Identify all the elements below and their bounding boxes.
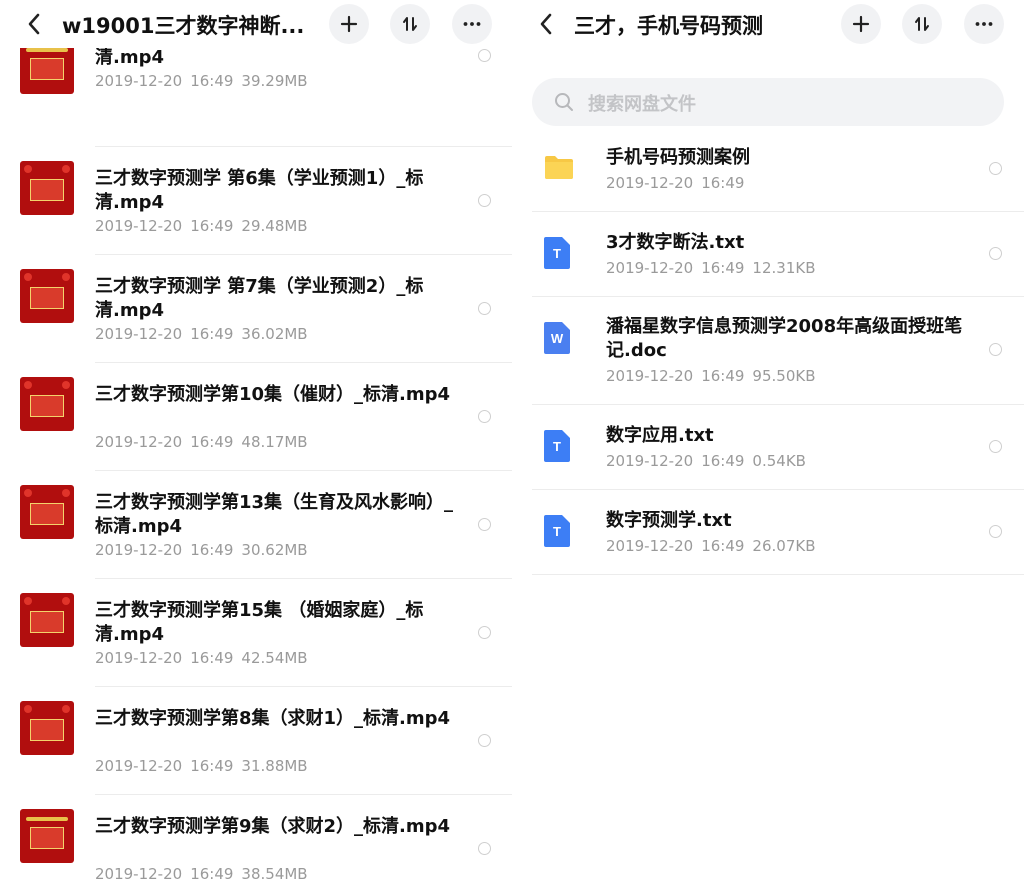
- file-name: 三才数字预测学第13集（生育及风水影响）_标清.mp4: [95, 492, 454, 537]
- file-meta: 2019-12-20 16:49 30.62MB: [95, 541, 308, 559]
- video-thumbnail: [20, 809, 74, 863]
- folder-icon: [544, 154, 574, 184]
- file-meta: 2019-12-20 16:49 26.07KB: [606, 537, 816, 555]
- select-radio[interactable]: [989, 440, 1002, 453]
- file-name: 数字预测学.txt: [606, 510, 732, 531]
- select-radio[interactable]: [478, 49, 491, 62]
- video-thumbnail: [20, 269, 74, 323]
- list-item[interactable]: 三才数字预测学第13集（生育及风水影响）_标清.mp4 2019-12-20 16…: [0, 470, 512, 578]
- list-item[interactable]: T 数字应用.txt 2019-12-20 16:49 0.54KB: [512, 405, 1024, 489]
- top-bar: w19001三才数字神断...: [0, 0, 512, 48]
- file-meta: 2019-12-20 16:49 0.54KB: [606, 452, 806, 470]
- more-icon: [975, 22, 993, 26]
- list-item[interactable]: 手机号码预测案例 2019-12-20 16:49: [512, 126, 1024, 212]
- list-item[interactable]: W 潘福星数字信息预测学2008年高级面授班笔记.doc 2019-12-20 1…: [512, 297, 1024, 405]
- file-name: 三才数字预测学第9集（求财2）_标清.mp4: [95, 816, 451, 837]
- divider: [532, 574, 1024, 575]
- more-icon: [463, 22, 481, 26]
- chevron-left-icon: [28, 13, 40, 35]
- left-pane: 三才数字预测学 第4集（性格预测2）_标清.mp4 2019-12-2016:4…: [0, 0, 512, 891]
- list-item[interactable]: 三才数字预测学第15集 （婚姻家庭）_标清.mp4 2019-12-20 16:4…: [0, 578, 512, 686]
- sort-button[interactable]: [390, 4, 430, 44]
- file-name: 三才数字预测学第15集 （婚姻家庭）_标清.mp4: [95, 600, 424, 645]
- file-name: 三才数字预测学 第6集（学业预测1）_标清.mp4: [95, 168, 424, 213]
- file-name: 数字应用.txt: [606, 425, 714, 446]
- more-button[interactable]: [452, 4, 492, 44]
- video-thumbnail: [20, 40, 74, 94]
- list-item[interactable]: 三才数字预测学第10集（催财）_标清.mp4 2019-12-20 16:49 48…: [0, 362, 512, 470]
- select-radio[interactable]: [989, 343, 1002, 356]
- page-title: 三才，手机号码预测: [574, 14, 763, 38]
- file-name: 三才数字预测学第10集（催财）_标清.mp4: [95, 384, 451, 405]
- file-name: 三才数字预测学 第7集（学业预测2）_标清.mp4: [95, 276, 424, 321]
- select-radio[interactable]: [478, 842, 491, 855]
- select-radio[interactable]: [478, 734, 491, 747]
- file-meta: 2019-12-20 16:49 29.48MB: [95, 217, 308, 235]
- sort-icon: [403, 17, 417, 31]
- file-meta: 2019-12-20 16:49 31.88MB: [95, 757, 308, 775]
- txt-file-icon: T: [544, 237, 570, 269]
- select-radio[interactable]: [478, 518, 491, 531]
- video-thumbnail: [20, 377, 74, 431]
- file-name: 潘福星数字信息预测学2008年高级面授班笔记.doc: [606, 316, 963, 361]
- list-item[interactable]: 三才数字预测学 第6集（学业预测1）_标清.mp4 2019-12-20 16:4…: [0, 146, 512, 254]
- file-meta: 2019-12-20 16:49 36.02MB: [95, 325, 308, 343]
- select-radio[interactable]: [478, 410, 491, 423]
- plus-icon: [852, 15, 870, 33]
- list-item[interactable]: T 数字预测学.txt 2019-12-20 16:49 26.07KB: [512, 490, 1024, 574]
- file-meta: 2019-12-20 16:49 48.17MB: [95, 433, 308, 451]
- file-meta: 2019-12-20 16:49 38.54MB: [95, 865, 308, 883]
- file-name: 3才数字断法.txt: [606, 232, 745, 253]
- select-radio[interactable]: [989, 525, 1002, 538]
- page-title: w19001三才数字神断...: [62, 14, 305, 38]
- back-button[interactable]: [20, 8, 48, 40]
- file-meta: 2019-12-20 16:49: [606, 174, 745, 192]
- txt-file-icon: T: [544, 515, 570, 547]
- list-item[interactable]: 三才数字预测学第8集（求财1）_标清.mp4 2019-12-20 16:49 31…: [0, 686, 512, 794]
- chevron-left-icon: [540, 13, 552, 35]
- list-item[interactable]: 三才数字预测学 第7集（学业预测2）_标清.mp4 2019-12-20 16:4…: [0, 254, 512, 362]
- file-name: 手机号码预测案例: [606, 147, 750, 168]
- video-thumbnail: [20, 593, 74, 647]
- video-thumbnail: [20, 161, 74, 215]
- video-thumbnail: [20, 701, 74, 755]
- sort-button[interactable]: [902, 4, 942, 44]
- select-radio[interactable]: [478, 302, 491, 315]
- file-meta: 2019-12-20 16:49 95.50KB: [606, 367, 816, 385]
- right-pane: 三才，手机号码预测 搜索网盘文件 手机号码预测案例 2019-12-20 16:4…: [512, 0, 1024, 891]
- video-thumbnail: [20, 485, 74, 539]
- search-input[interactable]: 搜索网盘文件: [532, 78, 1004, 126]
- plus-icon: [340, 15, 358, 33]
- more-button[interactable]: [964, 4, 1004, 44]
- add-button[interactable]: [329, 4, 369, 44]
- top-bar: 三才，手机号码预测: [512, 0, 1024, 48]
- file-meta: 2019-12-20 16:49 12.31KB: [606, 259, 816, 277]
- file-name: 三才数字预测学第8集（求财1）_标清.mp4: [95, 708, 451, 729]
- search-placeholder: 搜索网盘文件: [588, 94, 696, 115]
- word-file-icon: W: [544, 322, 570, 354]
- back-button[interactable]: [532, 8, 560, 40]
- select-radio[interactable]: [478, 194, 491, 207]
- search-icon: [555, 93, 573, 111]
- add-button[interactable]: [841, 4, 881, 44]
- select-radio[interactable]: [989, 247, 1002, 260]
- file-meta: 2019-12-20 16:49 39.29MB: [95, 72, 308, 90]
- txt-file-icon: T: [544, 430, 570, 462]
- select-radio[interactable]: [989, 162, 1002, 175]
- select-radio[interactable]: [478, 626, 491, 639]
- sort-icon: [915, 17, 929, 31]
- file-meta: 2019-12-20 16:49 42.54MB: [95, 649, 308, 667]
- list-item[interactable]: T 3才数字断法.txt 2019-12-20 16:49 12.31KB: [512, 212, 1024, 296]
- list-item[interactable]: 三才数字预测学第9集（求财2）_标清.mp4 2019-12-20 16:49 38…: [0, 794, 512, 891]
